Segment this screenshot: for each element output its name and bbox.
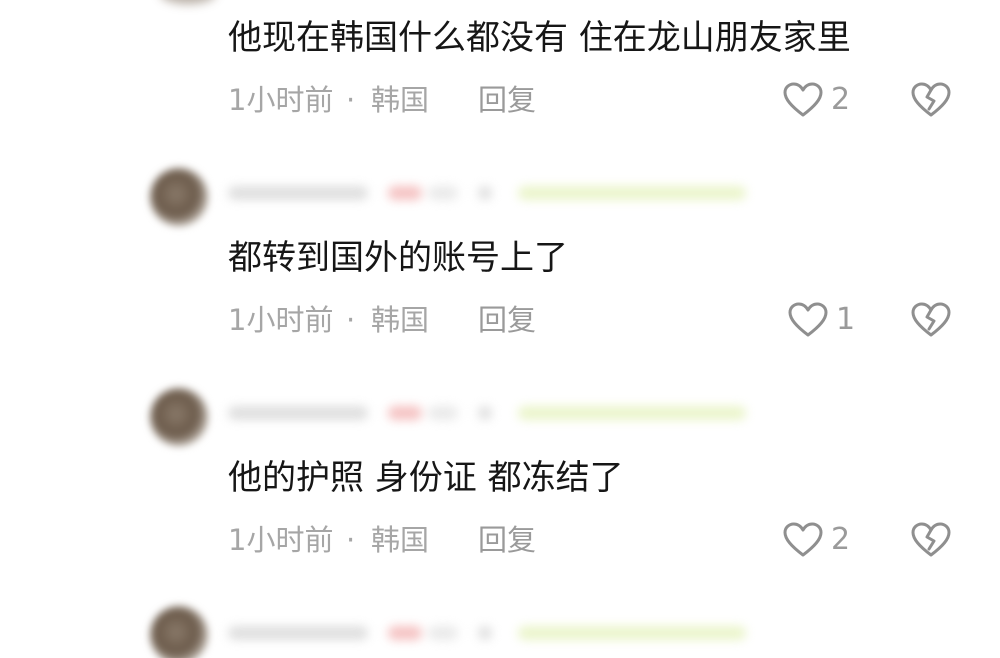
- comment-text: 他的护照 身份证 都冻结了: [228, 458, 624, 498]
- avatar[interactable]: [150, 606, 208, 658]
- badge-blur: [388, 626, 422, 640]
- dislike-button[interactable]: [911, 522, 951, 565]
- broken-heart-icon: [911, 82, 951, 117]
- dot-blur: [478, 626, 492, 640]
- reply-button[interactable]: 回复: [478, 520, 536, 560]
- meta-separator: ·: [346, 523, 356, 557]
- comment-time: 1小时前: [228, 523, 334, 557]
- badge-blur-secondary: [428, 406, 458, 420]
- like-count: 2: [831, 522, 851, 557]
- highlight-blur: [518, 626, 746, 640]
- like-count: 2: [831, 82, 851, 117]
- comment-location: 韩国: [371, 523, 430, 557]
- meta-separator: ·: [346, 83, 356, 117]
- comment-meta: 1小时前 · 韩国 回复 2: [228, 80, 968, 120]
- avatar[interactable]: [150, 388, 208, 446]
- badge-blur: [388, 406, 422, 420]
- broken-heart-icon: [911, 302, 951, 337]
- username-blur: [228, 626, 368, 640]
- dot-blur: [478, 406, 492, 420]
- broken-heart-icon: [911, 522, 951, 557]
- reply-button[interactable]: 回复: [478, 300, 536, 340]
- badge-blur: [388, 186, 422, 200]
- highlight-blur: [518, 406, 746, 420]
- comment-time: 1小时前: [228, 303, 334, 337]
- user-info-blurred: [228, 622, 758, 646]
- meta-separator: ·: [346, 303, 356, 337]
- dislike-button[interactable]: [911, 302, 951, 345]
- comment-time: 1小时前: [228, 83, 334, 117]
- username-blur: [228, 406, 368, 420]
- comment-text: 都转到国外的账号上了: [228, 238, 568, 278]
- badge-blur-secondary: [428, 626, 458, 640]
- heart-outline-icon: [783, 82, 823, 117]
- badge-blur-secondary: [428, 186, 458, 200]
- avatar[interactable]: [150, 168, 208, 226]
- like-count: 1: [836, 302, 856, 337]
- user-info-blurred: [228, 182, 758, 206]
- comment-location: 韩国: [371, 83, 430, 117]
- highlight-blur: [518, 186, 746, 200]
- avatar-partial[interactable]: [160, 0, 216, 4]
- comment-meta: 1小时前 · 韩国 回复 1: [228, 300, 968, 340]
- username-blur: [228, 186, 368, 200]
- dislike-button[interactable]: [911, 82, 951, 125]
- dot-blur: [478, 186, 492, 200]
- heart-outline-icon: [788, 302, 828, 337]
- reply-button[interactable]: 回复: [478, 80, 536, 120]
- comment-text: 他现在韩国什么都没有 住在龙山朋友家里: [228, 18, 851, 58]
- comment-meta: 1小时前 · 韩国 回复 2: [228, 520, 968, 560]
- user-info-blurred: [228, 402, 758, 426]
- heart-outline-icon: [783, 522, 823, 557]
- comment-location: 韩国: [371, 303, 430, 337]
